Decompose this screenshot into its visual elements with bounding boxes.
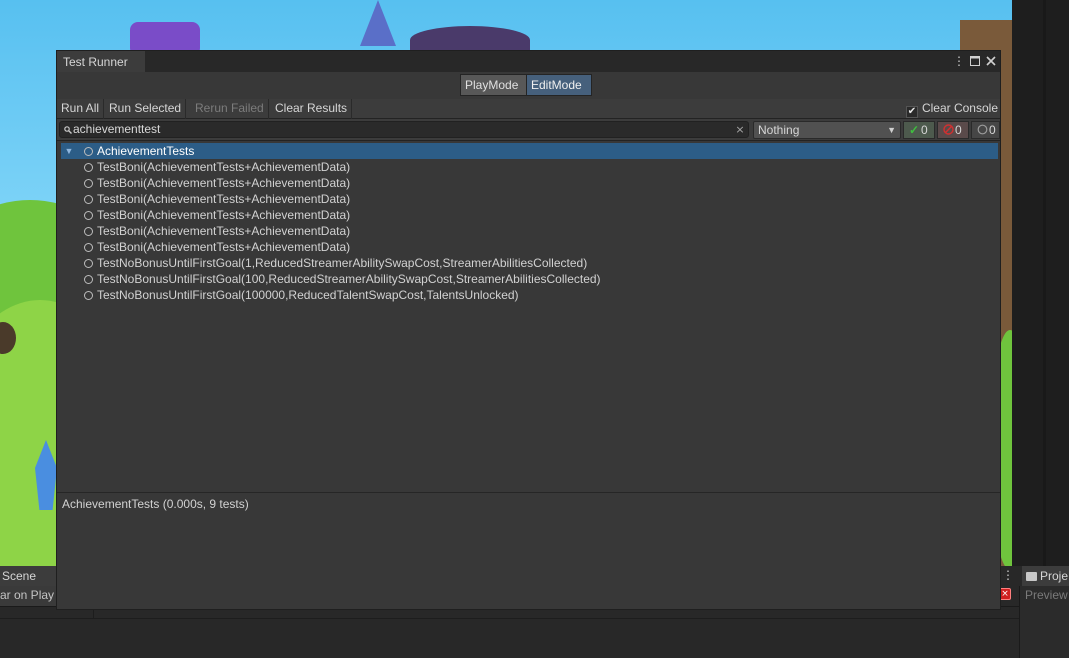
tree-test-row[interactable]: TestBoni(AchievementTests+AchievementDat… (57, 239, 1000, 255)
run-all-button[interactable]: Run All (57, 99, 105, 119)
not-run-status-icon (84, 195, 93, 204)
maximize-icon[interactable] (968, 53, 982, 69)
folder-icon (1026, 572, 1037, 581)
test-name: TestBoni(AchievementTests+AchievementDat… (97, 160, 351, 174)
not-run-status-icon (84, 243, 93, 252)
category-dropdown-value: Nothing (758, 123, 800, 137)
tree-test-row[interactable]: TestBoni(AchievementTests+AchievementDat… (57, 175, 1000, 191)
editmode-tab[interactable]: EditMode (526, 74, 592, 96)
test-name: TestNoBonusUntilFirstGoal(1,ReducedStrea… (97, 256, 588, 270)
not-run-status-icon (84, 211, 93, 220)
not-run-status-icon (84, 163, 93, 172)
test-name: TestBoni(AchievementTests+AchievementDat… (97, 208, 351, 222)
test-runner-window: Test Runner ⋮ PlayMode EditMode Run All … (56, 50, 1001, 610)
mode-bar: PlayMode EditMode (57, 72, 1000, 99)
test-name: TestBoni(AchievementTests+AchievementDat… (97, 240, 351, 254)
not-run-status-icon (84, 227, 93, 236)
test-tree[interactable]: ▼ AchievementTests TestBoni(AchievementT… (57, 141, 1000, 491)
clear-console-checkbox[interactable]: ✔ (905, 106, 918, 118)
not-run-status-icon (84, 291, 93, 300)
window-title-tab[interactable]: Test Runner (57, 51, 145, 72)
window-menu-icon[interactable]: ⋮ (952, 53, 966, 69)
tree-test-row[interactable]: TestBoni(AchievementTests+AchievementDat… (57, 191, 1000, 207)
clear-console-label: Clear Console (921, 101, 998, 115)
preview-label: Preview (1025, 588, 1068, 602)
run-selected-button[interactable]: Run Selected (105, 99, 187, 119)
not-run-status-icon (84, 147, 93, 156)
passed-count: 0 (921, 123, 928, 137)
search-input[interactable] (73, 122, 733, 137)
test-details-panel: AchievementTests (0.000s, 9 tests) (57, 493, 1000, 609)
more-options-icon[interactable]: ⋮ (1002, 567, 1014, 583)
category-dropdown[interactable]: Nothing ▼ (753, 121, 901, 139)
chevron-down-icon: ▼ (887, 125, 896, 135)
test-name: TestNoBonusUntilFirstGoal(100000,Reduced… (97, 288, 519, 302)
close-icon[interactable] (984, 53, 998, 69)
failed-filter-toggle[interactable]: 0 (937, 121, 969, 139)
tab-project-label: Proje (1040, 569, 1069, 583)
fold-arrow-icon[interactable]: ▼ (63, 143, 75, 159)
window-titlebar: Test Runner ⋮ (57, 51, 1000, 72)
not-run-status-icon (84, 179, 93, 188)
scene-divider (0, 618, 1019, 619)
not-run-status-icon (84, 259, 93, 268)
clear-results-button[interactable]: Clear Results (271, 99, 353, 119)
test-name: TestNoBonusUntilFirstGoal(100,ReducedStr… (97, 272, 601, 286)
rerun-failed-button[interactable]: Rerun Failed (191, 99, 269, 119)
playmode-tab[interactable]: PlayMode (460, 74, 527, 96)
tree-root-label: AchievementTests (97, 144, 195, 158)
skipped-filter-toggle[interactable]: 0 (971, 121, 1000, 139)
scene-panel-body (0, 606, 1019, 658)
passed-filter-toggle[interactable]: ✓ 0 (903, 121, 935, 139)
clear-console-toggle[interactable]: ✔ Clear Console (905, 99, 998, 119)
test-name: TestBoni(AchievementTests+AchievementDat… (97, 176, 351, 190)
tab-project[interactable]: Proje (1022, 566, 1069, 586)
tree-root-row[interactable]: ▼ AchievementTests (61, 143, 998, 159)
failed-icon (942, 122, 954, 138)
test-summary: AchievementTests (0.000s, 9 tests) (62, 497, 249, 511)
filter-bar: × Nothing ▼ ✓0 0 0 (57, 119, 1000, 141)
test-name: TestBoni(AchievementTests+AchievementDat… (97, 224, 351, 238)
right-dock-strip (1012, 0, 1069, 566)
skipped-count: 0 (989, 123, 996, 137)
tower-roof (360, 0, 396, 46)
checkmark-icon: ✓ (908, 123, 920, 137)
tree-test-row[interactable]: TestBoni(AchievementTests+AchievementDat… (57, 223, 1000, 239)
not-run-icon (976, 122, 988, 138)
dock-separator (1043, 0, 1046, 566)
tree-test-row[interactable]: TestNoBonusUntilFirstGoal(100,ReducedStr… (57, 271, 1000, 287)
clear-search-icon[interactable]: × (735, 122, 745, 137)
tree-test-row[interactable]: TestBoni(AchievementTests+AchievementDat… (57, 207, 1000, 223)
search-box[interactable]: × (59, 121, 749, 138)
test-toolbar: Run All Run Selected Rerun Failed Clear … (57, 99, 1000, 119)
tree-test-row[interactable]: TestBoni(AchievementTests+AchievementDat… (57, 159, 1000, 175)
tree-test-row[interactable]: TestNoBonusUntilFirstGoal(100000,Reduced… (57, 287, 1000, 303)
not-run-status-icon (84, 275, 93, 284)
tab-scene[interactable]: Scene (0, 566, 56, 586)
test-name: TestBoni(AchievementTests+AchievementDat… (97, 192, 351, 206)
failed-count: 0 (955, 123, 962, 137)
tree-test-row[interactable]: TestNoBonusUntilFirstGoal(1,ReducedStrea… (57, 255, 1000, 271)
scene-toolbar-label[interactable]: ar on Play (0, 586, 56, 606)
